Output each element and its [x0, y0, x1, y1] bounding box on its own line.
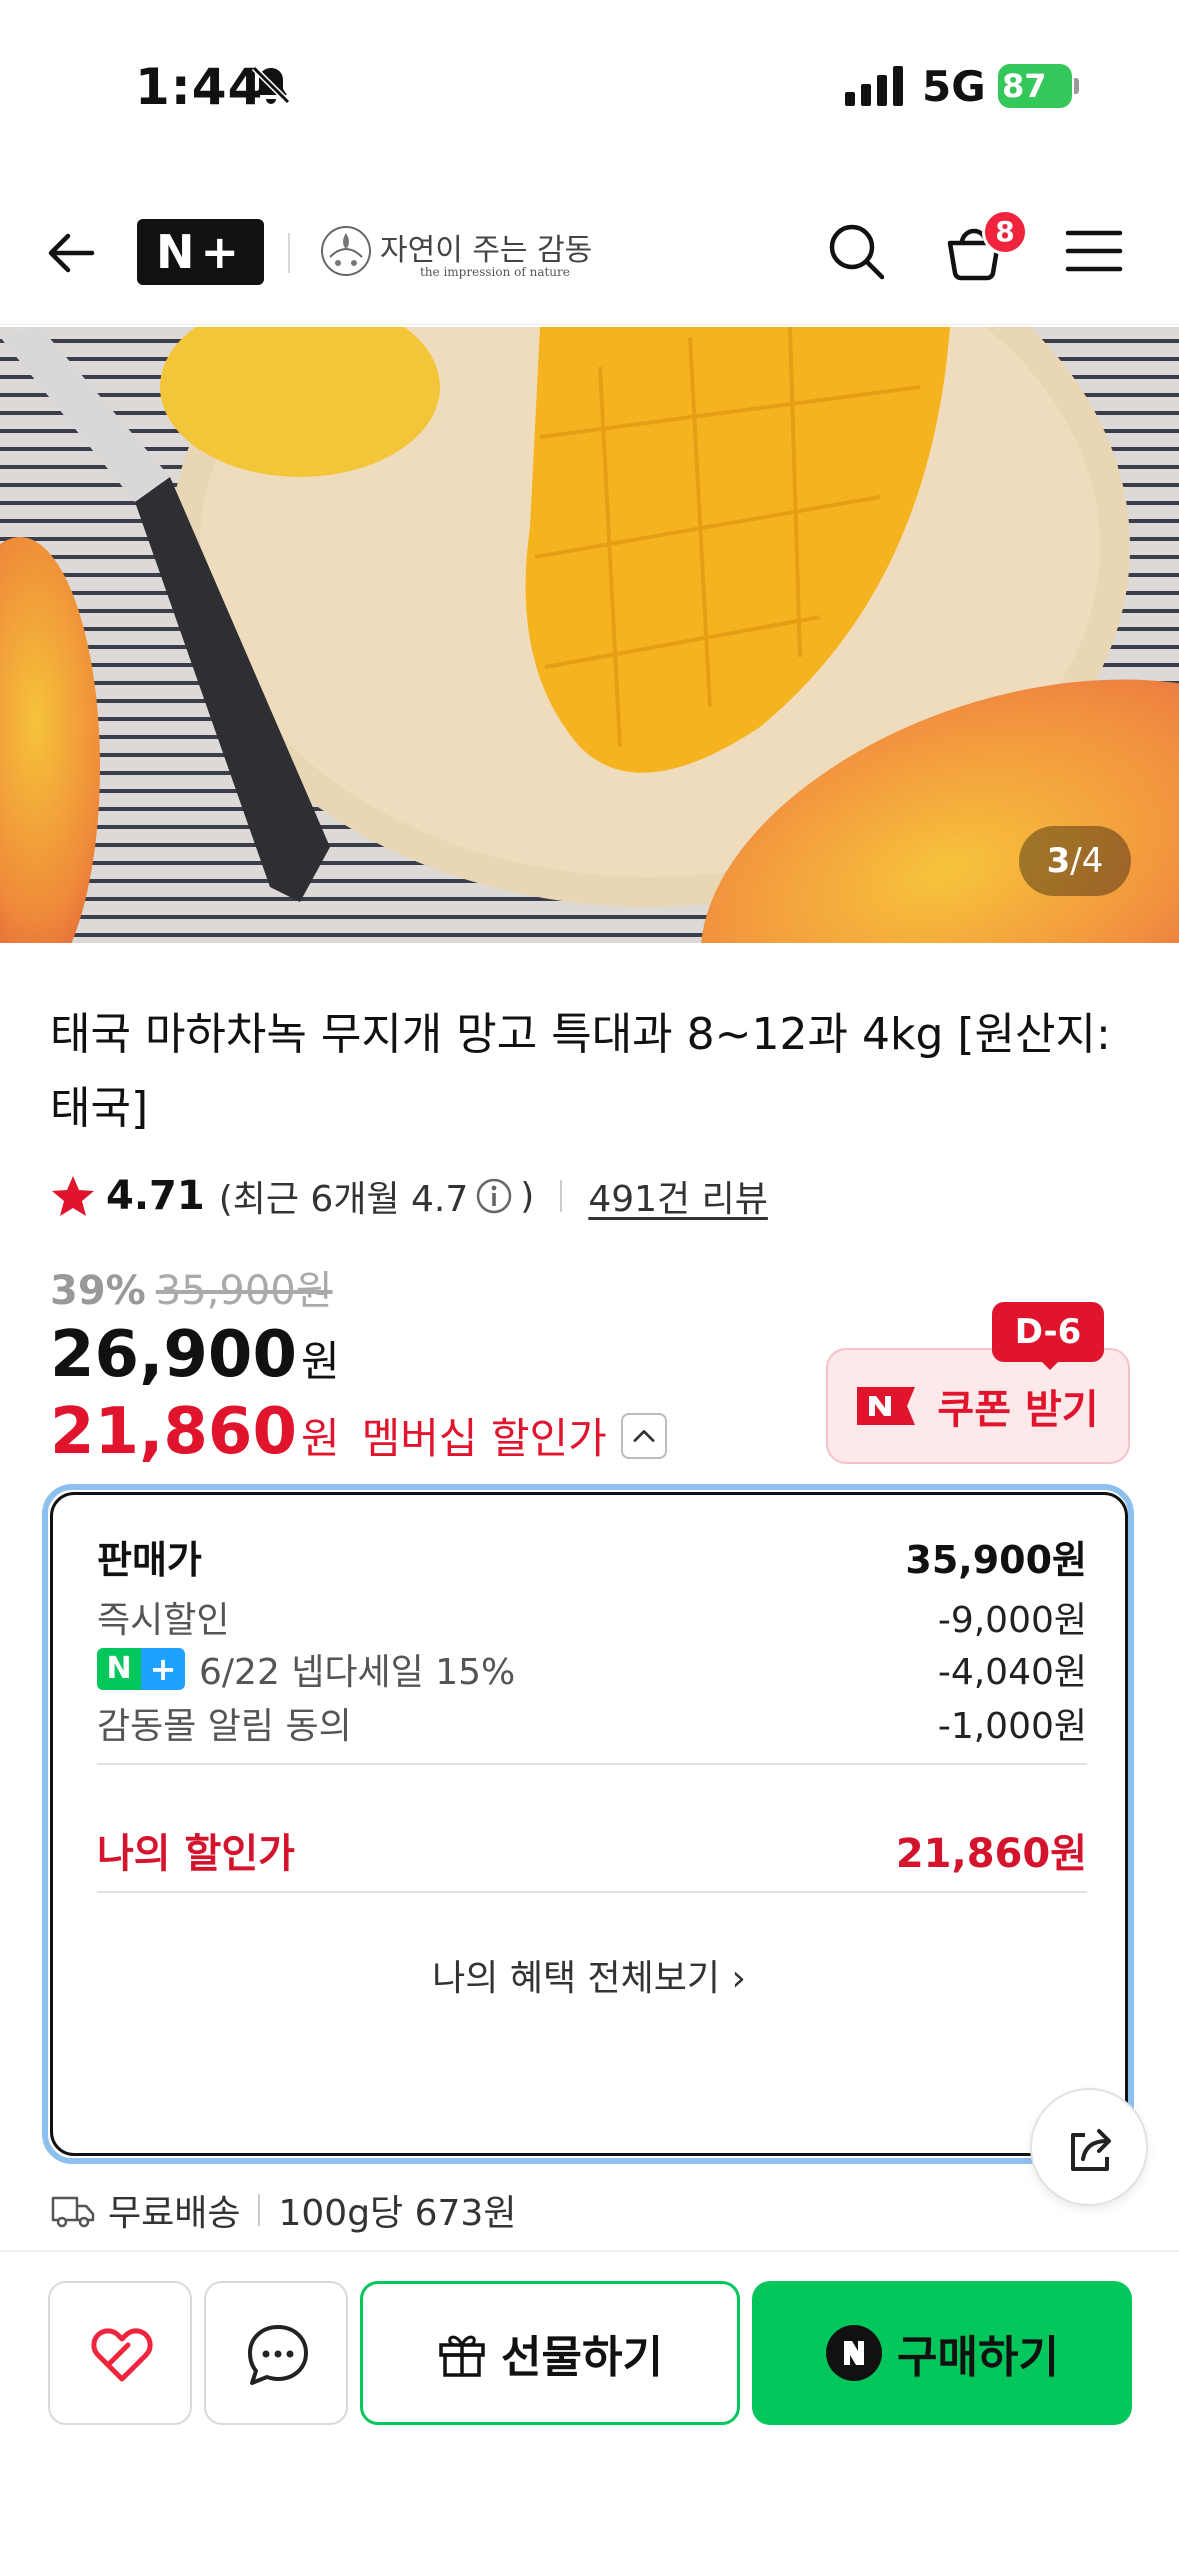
rating-score: 4.71	[106, 1173, 205, 1219]
chevron-up-icon[interactable]	[620, 1413, 667, 1459]
membership-price: 21,860	[50, 1395, 297, 1469]
rating-row: 4.71 (최근 6개월 4.7 ) 491건 리뷰	[50, 1168, 768, 1224]
product-title: 태국 마하차녹 무지개 망고 특대과 8~12과 4kg [원산지:태국]	[50, 1009, 1111, 1134]
truck-icon	[51, 2196, 95, 2228]
header-border	[0, 324, 1179, 325]
breakdown-row: 판매가 35,900원	[97, 1529, 1087, 1584]
share-icon	[1071, 2129, 1111, 2171]
buy-button[interactable]: 구매하기	[752, 2281, 1132, 2425]
product-photo	[0, 327, 1179, 943]
view-all-benefits-link[interactable]: 나의 혜택 전체보기 ›	[53, 1949, 1125, 2001]
nplus-logo[interactable]: N+	[137, 219, 264, 285]
gift-label: 선물하기	[501, 2332, 663, 2383]
dday-badge: D-6	[992, 1302, 1104, 1362]
chat-bubble-icon	[248, 2325, 308, 2385]
breakdown-value: 35,900원	[905, 1538, 1087, 1582]
bottom-bar-divider	[0, 2250, 1179, 2252]
image-counter: 3/4	[1019, 826, 1131, 896]
buy-label: 구매하기	[897, 2332, 1059, 2383]
star-icon	[52, 1176, 94, 1216]
breakdown-value: -1,000원	[937, 1706, 1087, 1747]
cart-count-badge: 8	[982, 209, 1028, 255]
nplus-badge-icon: N +	[97, 1648, 185, 1690]
naver-pay-icon	[826, 2325, 883, 2381]
bell-off-icon	[251, 65, 291, 105]
menu-icon[interactable]	[1064, 225, 1124, 277]
rating-separator	[560, 1180, 563, 1212]
product-image-carousel[interactable]	[0, 327, 1179, 943]
unit-price-label: 100g당 673원	[278, 2193, 517, 2234]
coupon-label: 쿠폰 받기	[937, 1387, 1099, 1433]
won-unit: 원	[300, 1337, 340, 1386]
membership-price-row[interactable]: 21,860 원 멤버십 할인가	[50, 1395, 667, 1469]
like-button[interactable]	[48, 2281, 192, 2425]
breakdown-label: 즉시할인	[97, 1600, 230, 1641]
brand-subtitle: the impression of nature	[420, 265, 570, 279]
recent-rating: (최근 6개월 4.7 )	[218, 1175, 535, 1221]
header-divider	[288, 233, 290, 273]
sale-price-row: 26,900 원	[50, 1318, 340, 1392]
breakdown-label: 판매가	[97, 1538, 202, 1582]
won-unit: 원	[300, 1414, 340, 1463]
membership-price-label: 멤버십 할인가	[361, 1414, 607, 1463]
original-price: 35,900원	[155, 1268, 333, 1314]
free-shipping-label: 무료배송	[108, 2193, 241, 2234]
discount-row: 39% 35,900원	[50, 1258, 333, 1316]
breakdown-divider	[97, 1763, 1087, 1765]
status-time: 1:44	[135, 58, 264, 116]
status-bar: 1:44 5G 87	[0, 0, 1179, 180]
breakdown-divider	[97, 1891, 1087, 1893]
info-icon[interactable]	[474, 1176, 514, 1216]
sale-price: 26,900	[50, 1318, 297, 1392]
my-discount-label: 나의 할인가	[97, 1831, 295, 1877]
breakdown-label: 6/22 넵다세일 15%	[199, 1652, 516, 1693]
brand-emblem-icon	[321, 226, 371, 276]
brand-name[interactable]: 자연이 주는 감동	[380, 225, 592, 269]
network-label: 5G	[922, 62, 986, 111]
review-count-link[interactable]: 491건 리뷰	[588, 1170, 768, 1222]
gift-button[interactable]: 선물하기	[360, 2281, 740, 2425]
breakdown-value: -4,040원	[937, 1652, 1087, 1693]
chat-button[interactable]	[204, 2281, 348, 2425]
search-icon[interactable]	[822, 217, 890, 285]
discount-percent: 39%	[50, 1268, 146, 1314]
price-breakdown-panel: 판매가 35,900원 즉시할인 -9,000원 N + 6/22 넵다세일 15…	[50, 1492, 1128, 2156]
shipping-separator	[258, 2194, 261, 2226]
breakdown-row: N + 6/22 넵다세일 15% -4,040원	[97, 1643, 1087, 1695]
signal-icon	[845, 66, 903, 106]
shipping-row: 무료배송 100g당 673원	[50, 2182, 516, 2238]
heart-icon	[91, 2328, 153, 2382]
breakdown-row: 즉시할인 -9,000원	[97, 1591, 1087, 1643]
breakdown-label: 감동몰 알림 동의	[97, 1706, 352, 1747]
dday-badge-tail	[1038, 1358, 1062, 1370]
app-header: N+ 자연이 주는 감동 the impression of nature 8	[0, 195, 1179, 325]
naver-n-icon	[857, 1387, 916, 1425]
coupon-button[interactable]: 쿠폰 받기	[826, 1348, 1130, 1464]
share-button[interactable]	[1030, 2088, 1148, 2206]
battery-level: 87	[1002, 67, 1047, 105]
my-discount-row: 나의 할인가 21,860원	[97, 1821, 1087, 1879]
gift-icon	[439, 2335, 485, 2377]
back-arrow-icon[interactable]	[42, 223, 102, 283]
battery-icon: 87	[998, 64, 1079, 108]
my-discount-value: 21,860원	[895, 1831, 1087, 1877]
breakdown-value: -9,000원	[937, 1600, 1087, 1641]
breakdown-row: 감동몰 알림 동의 -1,000원	[97, 1697, 1087, 1749]
